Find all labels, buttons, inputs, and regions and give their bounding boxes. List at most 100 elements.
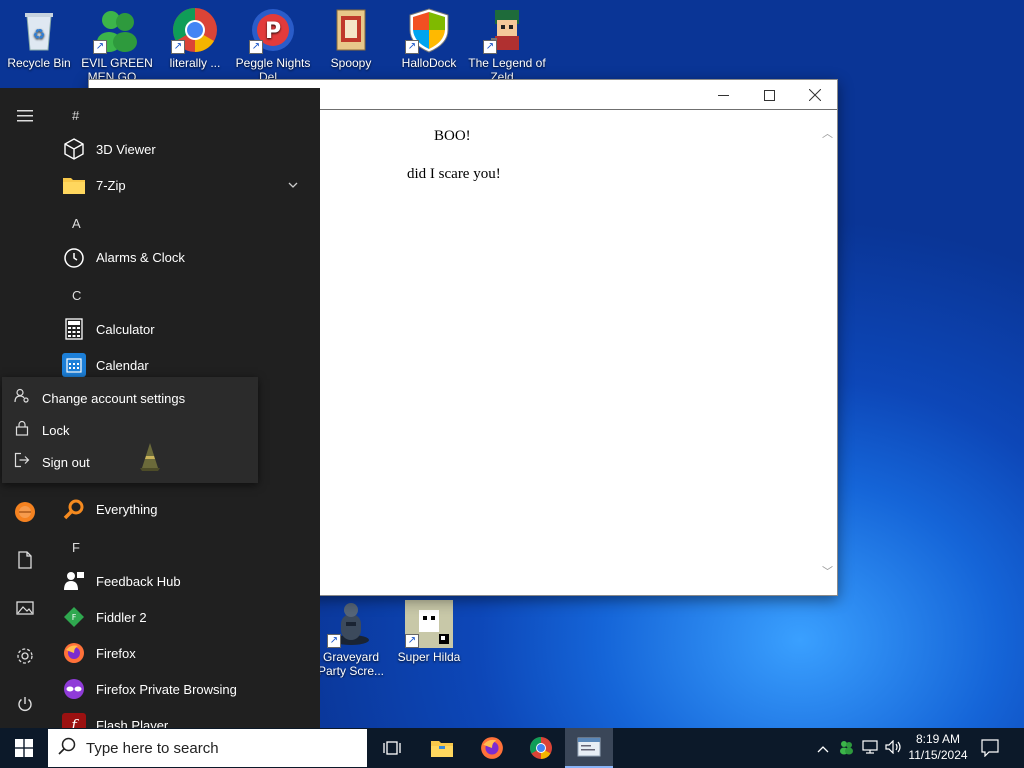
desktop-icon-graveyard-party[interactable]: ↗ Graveyard Party Scre... [312,596,390,678]
app-everything[interactable]: Everything [62,491,310,527]
clock-time: 8:19 AM [915,732,961,746]
taskbar-search-box[interactable]: Type here to search [48,729,367,767]
witch-hat-cursor-icon [138,442,162,475]
shortcut-arrow-icon: ↗ [405,40,419,54]
shortcut-arrow-icon: ↗ [483,40,497,54]
flash-icon: f [62,713,86,728]
user-gear-icon [2,388,42,408]
search-icon [48,737,86,759]
shortcut-arrow-icon: ↗ [93,40,107,54]
lock-icon [2,420,42,440]
firefox-private-icon [62,677,86,701]
chrome-icon: ↗ [171,6,219,54]
desktop-icon-evil-green-men[interactable]: ↗ EVIL GREEN MEN GO... [78,2,156,84]
app-firefox-private[interactable]: Firefox Private Browsing [62,671,310,707]
alarm-clock-icon [62,245,86,269]
notification-icon [981,739,999,757]
desktop-icon-label: Super Hilda [397,650,461,664]
settings-icon[interactable] [0,636,50,676]
document-line-scare: did I scare you! [407,166,501,182]
app-7zip[interactable]: 7-Zip [62,167,310,203]
desktop-icon-peggle-nights[interactable]: P ↗ Peggle Nights Del... [234,2,312,84]
taskbar-file-explorer[interactable] [418,728,466,768]
sign-out-icon [2,452,42,472]
taskbar-chrome[interactable] [517,728,565,768]
cube-icon [62,137,86,161]
app-3d-viewer[interactable]: 3D Viewer [62,131,310,167]
recycle-bin-icon: ♻ [15,6,63,54]
taskbar-firefox[interactable] [468,728,516,768]
search-placeholder: Type here to search [86,739,219,757]
app-feedback-hub[interactable]: Feedback Hub [62,563,310,599]
lock-item[interactable]: Lock [2,414,258,446]
folder-icon [62,173,86,197]
app-label: 3D Viewer [96,141,156,157]
taskbar-active-window[interactable] [565,728,613,768]
sign-out-item[interactable]: Sign out [2,443,258,478]
document-line-boo: BOO! [434,128,471,144]
file-explorer-icon [431,741,453,757]
scroll-up-icon[interactable]: ︿ [822,125,833,141]
network-icon[interactable] [858,739,882,757]
green-men-icon: ↗ [93,6,141,54]
section-header-hash[interactable]: # [72,108,79,123]
section-header-a[interactable]: A [72,216,81,231]
app-calculator[interactable]: Calculator [62,311,310,347]
app-flash-player[interactable]: f Flash Player [62,707,310,728]
document-icon[interactable] [0,540,50,580]
change-account-settings-item[interactable]: Change account settings [2,382,258,414]
green-men-tray-icon[interactable] [834,739,858,758]
desktop-icon-literally[interactable]: ↗ literally ... [156,2,234,84]
desktop-icon-super-hilda[interactable]: ↗ Super Hilda [390,596,468,678]
shortcut-arrow-icon: ↗ [249,40,263,54]
account-flyout: Change account settings Lock Sign out [2,377,258,483]
app-label: Everything [96,501,158,517]
taskbar: Type here to search 8:19 AM 11/15/2024 [0,728,1024,768]
scroll-down-icon[interactable]: ﹀ [822,563,833,579]
flyout-label: Lock [42,422,70,438]
taskbar-clock[interactable]: 8:19 AM 11/15/2024 [906,731,970,763]
shortcut-arrow-icon: ↗ [405,634,419,648]
vertical-scrollbar[interactable]: ︿ ﹀ [819,111,837,595]
action-center-button[interactable] [968,728,1012,768]
section-header-f[interactable]: F [72,540,80,555]
app-label: Firefox Private Browsing [96,681,237,697]
maximize-button[interactable] [746,80,792,110]
desktop-icon-hallodock[interactable]: ↗ HalloDock [390,2,468,84]
windows-shield-icon: ↗ [405,6,453,54]
start-menu: # 3D Viewer 7-Zip A Alarms & Clock C Cal… [0,88,320,728]
pictures-icon[interactable] [0,588,50,628]
app-label: Flash Player [96,717,169,729]
firefox-icon [62,641,86,665]
minimize-button[interactable] [700,80,746,110]
app-fiddler[interactable]: F Fiddler 2 [62,599,310,635]
chevron-down-icon[interactable] [288,177,298,191]
svg-text:F: F [72,613,77,622]
app-label: Feedback Hub [96,573,181,589]
user-avatar[interactable] [0,492,50,532]
chevron-up-icon[interactable] [812,740,834,756]
close-button[interactable] [792,80,838,110]
app-label: Alarms & Clock [96,249,185,265]
spoopy-icon [327,6,375,54]
app-label: Calculator [96,321,155,337]
desktop-icon-legend[interactable]: ↗ The Legend of Zeld... [468,2,546,84]
volume-icon[interactable] [882,739,906,757]
task-view-button[interactable] [368,728,416,768]
windows-logo-icon [15,739,33,757]
app-alarms-clock[interactable]: Alarms & Clock [62,239,310,275]
start-button[interactable] [0,728,48,768]
flyout-label: Change account settings [42,390,186,406]
power-icon[interactable] [0,684,50,724]
desktop-icon-spoopy[interactable]: Spoopy [312,2,390,84]
hamburger-icon[interactable] [0,96,50,136]
app-label: Calendar [96,357,149,373]
app-label: 7-Zip [96,177,126,193]
magnifier-icon [62,497,86,521]
desktop-icon-recycle-bin[interactable]: ♻ Recycle Bin [0,2,78,84]
task-view-icon [383,741,401,755]
svg-text:P: P [265,19,281,44]
app-label: Fiddler 2 [96,609,147,625]
section-header-c[interactable]: C [72,288,81,303]
app-firefox[interactable]: Firefox [62,635,310,671]
